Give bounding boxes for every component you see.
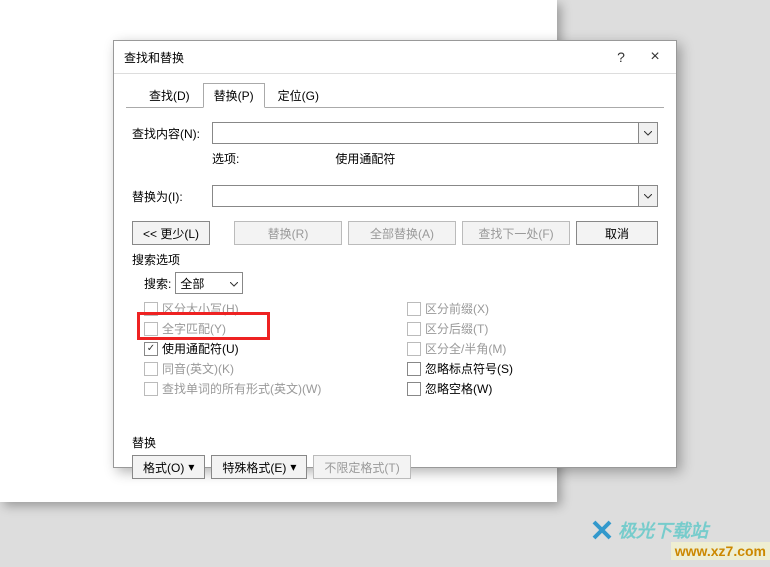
watermark-title: 极光下载站 xyxy=(618,517,708,543)
find-dropdown-button[interactable] xyxy=(638,123,657,143)
match-case-check: 区分大小写(H) xyxy=(144,300,395,317)
chevron-down-icon xyxy=(644,194,652,199)
find-next-button[interactable]: 查找下一处(F) xyxy=(462,221,570,245)
help-button[interactable]: ? xyxy=(604,43,638,71)
close-button[interactable]: × xyxy=(638,43,672,71)
find-input[interactable] xyxy=(212,122,658,144)
chevron-down-icon xyxy=(230,276,238,290)
use-wildcards-check[interactable]: 使用通配符(U) xyxy=(144,340,395,357)
replace-dropdown-button[interactable] xyxy=(638,186,657,206)
checkbox-icon xyxy=(407,362,421,376)
options-row: 选项: 使用通配符 xyxy=(132,150,658,167)
watermark: 极光下载站 www.xz7.com xyxy=(590,517,770,567)
replace-button[interactable]: 替换(R) xyxy=(234,221,342,245)
replace-input[interactable] xyxy=(212,185,658,207)
cancel-button[interactable]: 取消 xyxy=(576,221,658,245)
chevron-down-icon xyxy=(644,131,652,136)
tab-goto[interactable]: 定位(G) xyxy=(267,83,330,108)
dialog-title: 查找和替换 xyxy=(124,49,604,66)
watermark-url: www.xz7.com xyxy=(671,542,770,560)
find-replace-dialog: 查找和替换 ? × 查找(D) 替换(P) 定位(G) 查找内容(N): 选项:… xyxy=(113,40,677,468)
tab-strip: 查找(D) 替换(P) 定位(G) xyxy=(126,74,664,108)
replace-all-button[interactable]: 全部替换(A) xyxy=(348,221,456,245)
close-icon: × xyxy=(650,48,659,66)
dialog-content: 查找内容(N): 选项: 使用通配符 替换为(I): << 更少(L) 替换(R… xyxy=(114,108,676,499)
chevron-down-icon: ▾ xyxy=(290,460,296,474)
match-suffix-check: 区分后缀(T) xyxy=(407,320,658,337)
no-format-button[interactable]: 不限定格式(T) xyxy=(313,455,410,479)
sounds-like-check: 同音(英文)(K) xyxy=(144,360,395,377)
checkbox-icon xyxy=(407,382,421,396)
find-label: 查找内容(N): xyxy=(132,125,212,142)
ignore-punct-check[interactable]: 忽略标点符号(S) xyxy=(407,360,658,377)
replace-label: 替换为(I): xyxy=(132,188,212,205)
all-word-forms-check: 查找单词的所有形式(英文)(W) xyxy=(144,380,395,397)
search-direction-label: 搜索: xyxy=(144,275,171,292)
format-button[interactable]: 格式(O)▾ xyxy=(132,455,205,479)
tab-find[interactable]: 查找(D) xyxy=(138,83,201,108)
full-half-check: 区分全/半角(M) xyxy=(407,340,658,357)
search-direction-select[interactable]: 全部 xyxy=(175,272,243,294)
match-prefix-check: 区分前缀(X) xyxy=(407,300,658,317)
tab-replace[interactable]: 替换(P) xyxy=(203,83,265,108)
checkbox-icon xyxy=(144,342,158,356)
search-options-label: 搜索选项 xyxy=(132,251,658,268)
action-buttons: << 更少(L) 替换(R) 全部替换(A) 查找下一处(F) 取消 xyxy=(132,221,658,245)
replace-section-label: 替换 xyxy=(132,434,658,451)
chevron-down-icon: ▾ xyxy=(188,460,194,474)
special-format-button[interactable]: 特殊格式(E)▾ xyxy=(211,455,307,479)
help-icon: ? xyxy=(617,49,625,65)
dialog-titlebar: 查找和替换 ? × xyxy=(114,41,676,74)
watermark-logo-icon xyxy=(590,518,614,542)
options-value: 使用通配符 xyxy=(335,152,395,166)
options-columns: 区分大小写(H) 全字匹配(Y) 使用通配符(U) 同音(英文)(K) 查找单词… xyxy=(132,297,658,400)
options-label: 选项: xyxy=(212,150,332,167)
whole-word-check: 全字匹配(Y) xyxy=(144,320,395,337)
less-button[interactable]: << 更少(L) xyxy=(132,221,210,245)
ignore-space-check[interactable]: 忽略空格(W) xyxy=(407,380,658,397)
